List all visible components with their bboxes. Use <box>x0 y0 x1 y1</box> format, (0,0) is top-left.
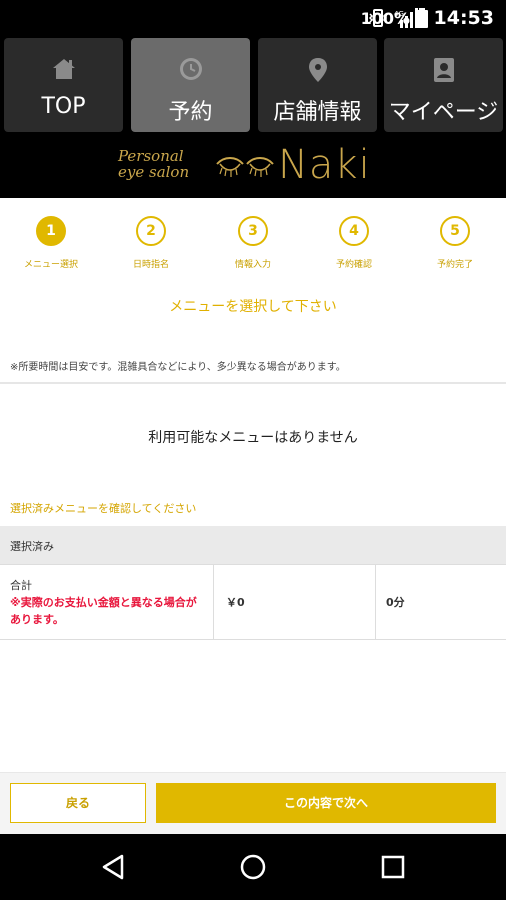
total-price: ￥0 <box>214 565 376 639</box>
total-duration: 0分 <box>386 596 405 609</box>
system-back-button[interactable] <box>98 852 128 882</box>
total-cell: 合計 ※実際のお支払い金額と異なる場合があります。 <box>0 565 214 639</box>
back-button[interactable]: 戻る <box>10 783 146 823</box>
step-4: 4 予約確認 <box>304 216 404 270</box>
app-screen: 4G 100% 14:53 TOP 予約 店舗情報 マイページ Personal… <box>0 0 506 900</box>
nav-shop-info[interactable]: 店舗情報 <box>258 38 377 132</box>
main-content: 1 メニュー選択 2 日時指名 3 情報入力 4 予約確認 5 予約完了 メニュ… <box>0 198 506 834</box>
step-3-number: 3 <box>238 216 268 246</box>
step-1-number: 1 <box>36 216 66 246</box>
step-4-number: 4 <box>339 216 369 246</box>
step-2: 2 日時指名 <box>101 216 201 270</box>
next-button[interactable]: この内容で次へ <box>156 783 496 823</box>
no-menu-message: 利用可能なメニューはありません <box>148 430 358 446</box>
nav-mypage-label: マイページ <box>388 100 499 125</box>
circle-home-icon <box>240 854 266 880</box>
step-5-number: 5 <box>440 216 470 246</box>
select-menu-title: メニューを選択して下さい <box>169 299 337 315</box>
total-label: 合計 <box>10 579 32 592</box>
step-3-caption: 情報入力 <box>234 260 271 270</box>
clock-icon <box>179 58 202 80</box>
price-warning: ※実際のお支払い金額と異なる場合があります。 <box>10 596 197 626</box>
nav-top-label: TOP <box>41 94 86 119</box>
battery-icon <box>416 8 428 28</box>
nav-reservation-label: 予約 <box>168 100 213 125</box>
step-5-caption: 予約完了 <box>436 260 473 270</box>
selected-header: 選択済み <box>0 526 506 564</box>
brand-name: Naki <box>278 142 371 188</box>
brand-line2: eye salon <box>118 163 190 181</box>
duration-note: ※所要時間は目安です。混雑具合などにより、多少異なる場合があります。 <box>10 362 346 373</box>
square-recents-icon <box>381 855 405 879</box>
brand-logo: Personal eye salon Naki <box>0 136 506 198</box>
nav-mypage[interactable]: マイページ <box>384 38 503 132</box>
nav-top[interactable]: TOP <box>4 38 123 132</box>
step-2-caption: 日時指名 <box>132 260 169 270</box>
system-recents-button[interactable] <box>378 852 408 882</box>
summary-row: 合計 ※実際のお支払い金額と異なる場合があります。 ￥0 0分 <box>0 564 506 640</box>
nav-reservation[interactable]: 予約 <box>131 38 250 132</box>
battery-percent: 100% <box>360 9 410 28</box>
nav-shop-info-label: 店舗情報 <box>273 100 362 125</box>
brand-line1: Personal <box>118 147 184 165</box>
eyelash-logo-icon <box>216 157 274 177</box>
system-nav-bar <box>0 834 506 900</box>
user-card-icon <box>433 58 454 82</box>
step-indicator: 1 メニュー選択 2 日時指名 3 情報入力 4 予約確認 5 予約完了 <box>0 216 506 276</box>
status-bar: 4G 100% 14:53 <box>0 0 506 36</box>
step-5: 5 予約完了 <box>405 216 505 270</box>
main-nav: TOP 予約 店舗情報 マイページ <box>0 36 506 136</box>
divider <box>0 382 506 384</box>
home-icon <box>52 59 75 79</box>
action-bar: 戻る この内容で次へ <box>0 772 506 834</box>
step-4-caption: 予約確認 <box>335 260 372 270</box>
step-1-caption: メニュー選択 <box>23 260 78 270</box>
step-1: 1 メニュー選択 <box>1 216 101 270</box>
confirm-selected-link[interactable]: 選択済みメニューを確認してください <box>10 500 196 516</box>
step-3: 3 情報入力 <box>203 216 303 270</box>
triangle-back-icon <box>102 854 124 880</box>
location-pin-icon <box>308 58 327 82</box>
clock-time: 14:53 <box>433 7 494 29</box>
system-home-button[interactable] <box>238 852 268 882</box>
step-2-number: 2 <box>136 216 166 246</box>
